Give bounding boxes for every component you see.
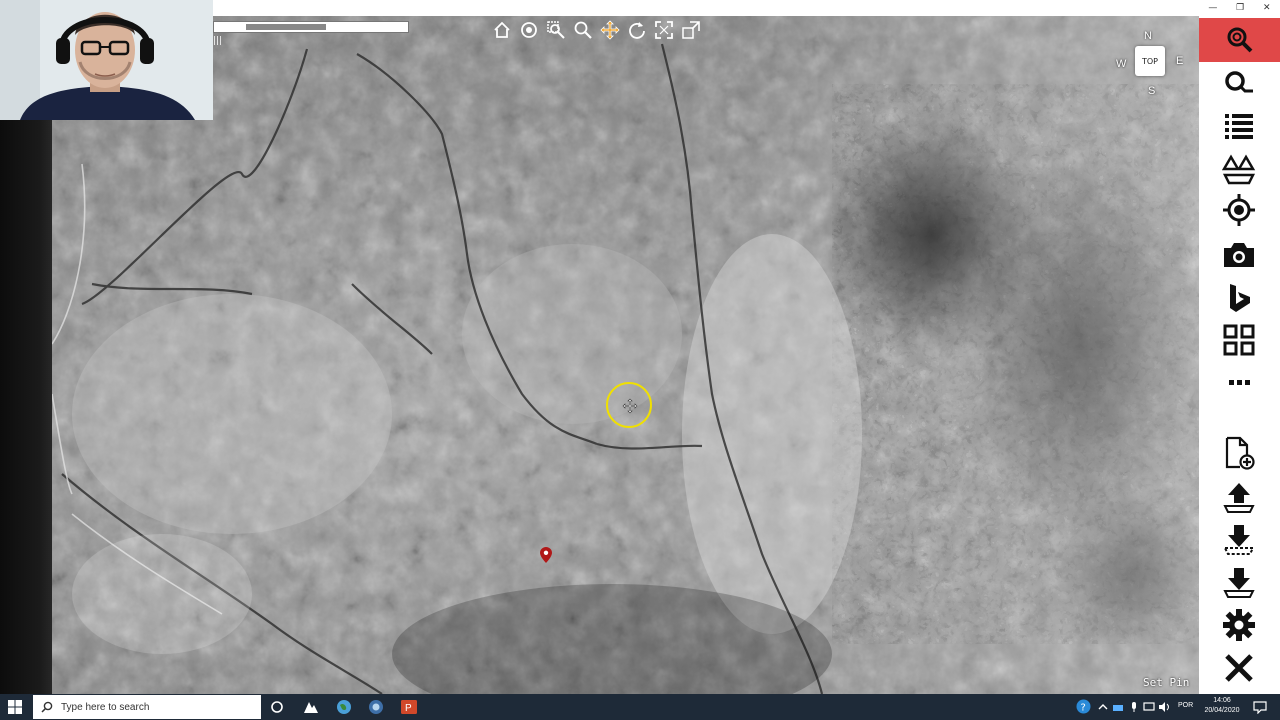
volume-icon[interactable]: [1158, 701, 1170, 713]
app-terrain-icon[interactable]: [302, 698, 320, 716]
system-clock[interactable]: 14:06 20/04/2020: [1197, 696, 1247, 716]
search-location-icon[interactable]: [1199, 18, 1280, 62]
fit-view-icon[interactable]: [652, 18, 676, 42]
compass-east: E: [1176, 55, 1184, 67]
rotate-icon[interactable]: [625, 18, 649, 42]
svg-text:?: ?: [1081, 703, 1086, 714]
top-strip: [213, 0, 1199, 16]
clock-time: 14:06: [1213, 697, 1231, 704]
add-file-icon[interactable]: [1219, 435, 1259, 471]
taskbar: Type here to search P ? POR 14:06 20/04/…: [0, 694, 1280, 720]
pan-icon[interactable]: [598, 18, 622, 42]
screen: ||| N W E S TOP Set Pin — ❐ ✕ Type here …: [0, 0, 1280, 720]
presenter-avatar: [0, 0, 213, 120]
settings-icon[interactable]: [1219, 607, 1259, 643]
help-icon[interactable]: ?: [1076, 699, 1091, 714]
taskbar-search-input[interactable]: Type here to search: [33, 695, 261, 719]
orbit-icon[interactable]: [517, 18, 541, 42]
scale-handle[interactable]: |||: [213, 36, 225, 48]
compass-north: N: [1144, 30, 1152, 42]
upload-icon[interactable]: [1219, 480, 1259, 516]
status-text: Set Pin: [1143, 676, 1190, 689]
minimize-icon[interactable]: —: [1208, 3, 1217, 13]
window-controls: — ❐ ✕: [1199, 0, 1280, 16]
search-icon: [41, 701, 53, 713]
map-pin-icon[interactable]: [540, 547, 552, 563]
language-indicator[interactable]: POR: [1178, 702, 1193, 709]
cortana-icon[interactable]: [268, 698, 286, 716]
restore-icon[interactable]: ❐: [1236, 3, 1244, 13]
svg-text:P: P: [405, 703, 412, 714]
close-icon[interactable]: [1219, 650, 1259, 686]
list-icon[interactable]: [1219, 108, 1259, 144]
clock-date: 20/04/2020: [1204, 707, 1240, 714]
microphone-icon[interactable]: [1128, 701, 1140, 713]
network-icon[interactable]: [1112, 701, 1124, 713]
zoom-window-icon[interactable]: [544, 18, 568, 42]
window-close-icon[interactable]: ✕: [1263, 3, 1271, 13]
gps-target-icon[interactable]: [1219, 192, 1259, 228]
app-browser-icon[interactable]: [367, 698, 385, 716]
scale-bar: [213, 21, 409, 33]
map-toolbar: [490, 18, 703, 44]
chevron-up-icon[interactable]: [1097, 701, 1109, 713]
search-icon[interactable]: [1219, 66, 1259, 102]
download-alt-icon[interactable]: [1219, 565, 1259, 601]
terrain-hillshade: [52, 14, 1199, 694]
download-icon[interactable]: [1219, 522, 1259, 558]
windows-start-icon[interactable]: [8, 700, 22, 714]
left-dark-strip: [0, 120, 56, 694]
notifications-icon[interactable]: [1253, 700, 1267, 714]
crosshair-cursor-icon: [622, 398, 638, 414]
compass-west: W: [1116, 58, 1127, 70]
compass-south: S: [1148, 85, 1156, 97]
search-placeholder: Type here to search: [61, 701, 150, 713]
bing-icon[interactable]: [1219, 280, 1259, 316]
ethernet-icon[interactable]: [1143, 701, 1155, 713]
camera-icon[interactable]: [1219, 237, 1259, 273]
home-icon[interactable]: [490, 18, 514, 42]
zoom-icon[interactable]: [571, 18, 595, 42]
full-extent-icon[interactable]: [679, 18, 703, 42]
map-viewport[interactable]: [52, 14, 1199, 694]
layers-icon[interactable]: [1219, 152, 1259, 188]
app-globe-icon[interactable]: [335, 698, 353, 716]
grid-icon[interactable]: [1219, 322, 1259, 358]
view-cube-top[interactable]: TOP: [1135, 46, 1165, 76]
powerpoint-icon[interactable]: P: [400, 698, 418, 716]
compass[interactable]: N W E S TOP: [1114, 28, 1190, 100]
webcam-overlay: [0, 0, 213, 120]
more-icon[interactable]: [1219, 364, 1259, 400]
